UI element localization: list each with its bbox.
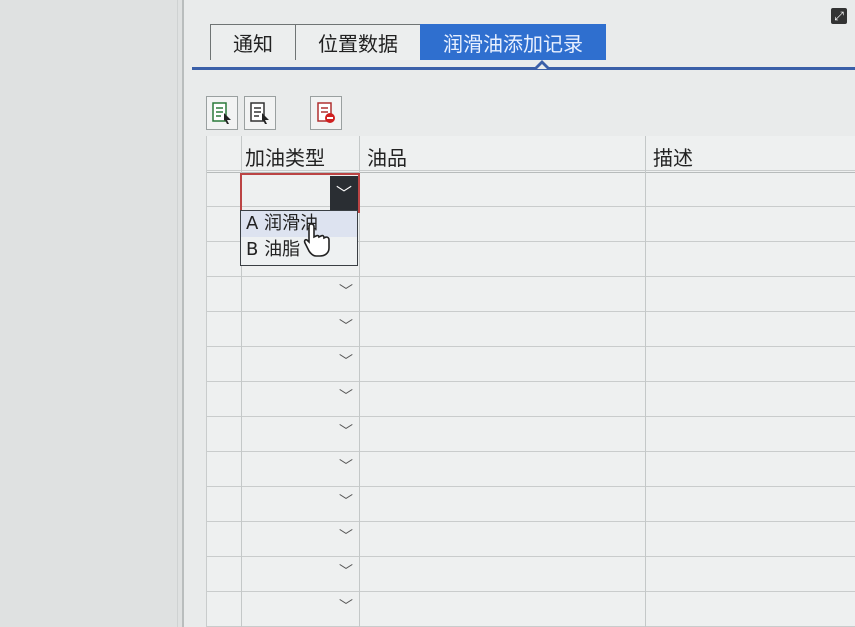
header-description[interactable]: 描述 xyxy=(645,136,855,172)
dropdown-toggle-button[interactable]: ﹀ xyxy=(330,176,358,212)
tab-active-notch-inner xyxy=(537,64,547,69)
table-row[interactable]: ﹀ xyxy=(207,312,855,347)
tab-bar: 通知 位置数据 润滑油添加记录 xyxy=(210,24,606,60)
chevron-down-icon[interactable]: ﹀ xyxy=(339,390,353,404)
tab-underline xyxy=(192,67,855,70)
insert-row-button[interactable] xyxy=(244,96,276,130)
dropdown-option-grease[interactable]: B 油脂 xyxy=(241,237,357,263)
chevron-down-icon[interactable]: ﹀ xyxy=(339,600,353,614)
add-row-icon xyxy=(212,102,231,124)
chevron-down-icon[interactable]: ﹀ xyxy=(339,320,353,334)
table-row[interactable]: ﹀ xyxy=(207,277,855,312)
table-row[interactable]: ﹀ xyxy=(207,487,855,522)
header-fuel-type[interactable]: 加油类型 xyxy=(241,136,359,172)
table-row[interactable]: ﹀ xyxy=(207,347,855,382)
chevron-down-icon[interactable]: ﹀ xyxy=(339,355,353,369)
chevron-down-icon[interactable]: ﹀ xyxy=(339,285,353,299)
add-row-button[interactable] xyxy=(206,96,238,130)
table-row[interactable]: ﹀ xyxy=(207,557,855,592)
chevron-down-icon[interactable]: ﹀ xyxy=(339,425,353,439)
main-panel: ⤢ 通知 位置数据 润滑油添加记录 加油类型 油品 描述 ﹀ ﹀ ﹀ ﹀ ﹀ ﹀… xyxy=(184,0,855,627)
table-row[interactable]: ﹀ xyxy=(207,522,855,557)
table-row[interactable]: ﹀ xyxy=(207,382,855,417)
chevron-down-icon: ﹀ xyxy=(335,184,352,203)
header-oil[interactable]: 油品 xyxy=(359,136,645,172)
tab-notification[interactable]: 通知 xyxy=(210,24,295,60)
tab-lubrication-record[interactable]: 润滑油添加记录 xyxy=(420,24,606,60)
delete-row-button[interactable] xyxy=(310,96,342,130)
insert-row-icon xyxy=(250,102,269,124)
delete-row-icon xyxy=(317,102,335,123)
hand-cursor-icon xyxy=(303,223,330,257)
row-selector-header xyxy=(207,136,241,172)
toolbar xyxy=(206,96,348,132)
chevron-down-icon[interactable]: ﹀ xyxy=(339,460,353,474)
grid-header: 加油类型 油品 描述 xyxy=(207,136,855,173)
chevron-down-icon[interactable]: ﹀ xyxy=(339,495,353,509)
table-row[interactable]: ﹀ xyxy=(207,452,855,487)
maximize-icon[interactable]: ⤢ xyxy=(831,8,847,24)
table-row[interactable]: ﹀ xyxy=(207,592,855,627)
left-panel xyxy=(0,0,184,627)
fuel-type-dropdown: A 润滑油 B 油脂 xyxy=(240,210,358,266)
table-row[interactable]: ﹀ xyxy=(207,417,855,452)
chevron-down-icon[interactable]: ﹀ xyxy=(339,565,353,579)
dropdown-option-lubricant[interactable]: A 润滑油 xyxy=(241,211,357,237)
tab-location-data[interactable]: 位置数据 xyxy=(295,24,420,60)
chevron-down-icon[interactable]: ﹀ xyxy=(339,530,353,544)
